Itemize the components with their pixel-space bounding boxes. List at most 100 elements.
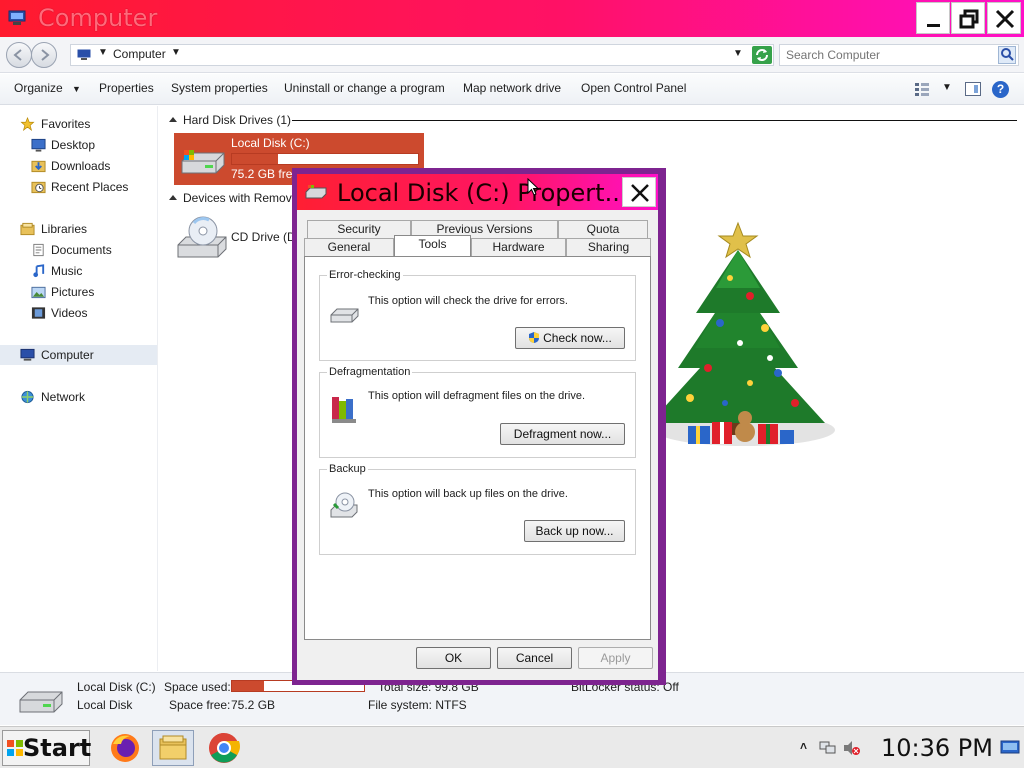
- tab-general[interactable]: General: [304, 238, 394, 256]
- shield-icon: [529, 332, 540, 343]
- taskbar-firefox[interactable]: [104, 730, 146, 766]
- forward-button[interactable]: [31, 42, 57, 68]
- window-title-bar[interactable]: Computer: [0, 0, 1024, 37]
- videos-icon: [31, 307, 46, 319]
- nav-item-libraries[interactable]: Libraries: [0, 219, 157, 239]
- open-control-panel-button[interactable]: Open Control Panel: [581, 81, 686, 95]
- map-network-drive-button[interactable]: Map network drive: [463, 81, 561, 95]
- ok-button[interactable]: OK: [416, 647, 491, 669]
- hard-drive-icon: [19, 691, 63, 713]
- preview-pane-icon[interactable]: [965, 82, 981, 96]
- star-icon: [20, 117, 35, 131]
- chevron-down-icon[interactable]: ▼: [171, 47, 181, 58]
- nav-item-downloads[interactable]: Downloads: [0, 156, 157, 176]
- space-used-fill: [232, 681, 265, 691]
- network-icon: [21, 390, 34, 404]
- nav-item-network[interactable]: Network: [0, 387, 157, 407]
- address-toolbar: ▼ Computer ▼ ▼: [0, 37, 1024, 73]
- nav-item-desktop[interactable]: Desktop: [0, 135, 157, 155]
- tools-tab-panel: Error-checking This option will check th…: [304, 256, 651, 640]
- computer-icon: [77, 49, 91, 60]
- drive-usage-bar: [231, 153, 419, 165]
- cd-drive-icon: [177, 216, 227, 258]
- dialog-title: Local Disk (C:) Propert...: [337, 179, 628, 207]
- show-hidden-icons[interactable]: ˄: [800, 739, 807, 753]
- computer-icon: [20, 348, 35, 361]
- search-icon[interactable]: [998, 46, 1016, 64]
- back-button[interactable]: [6, 42, 32, 68]
- group-description: This option will check the drive for err…: [368, 295, 568, 307]
- minimize-button[interactable]: [916, 2, 950, 34]
- close-button[interactable]: [987, 2, 1021, 34]
- view-dropdown-icon[interactable]: ▼: [942, 82, 952, 93]
- firefox-icon: [111, 734, 139, 762]
- defragmentation-group: Defragmentation This option will defragm…: [319, 366, 636, 458]
- nav-label: Documents: [51, 243, 112, 257]
- nav-item-recent-places[interactable]: Recent Places: [0, 177, 157, 197]
- network-status-icon[interactable]: [819, 740, 836, 756]
- address-field[interactable]: ▼ Computer ▼ ▼: [70, 44, 774, 66]
- computer-icon: [8, 10, 26, 25]
- nav-item-pictures[interactable]: Pictures: [0, 282, 157, 302]
- group-header-hard-disk-drives[interactable]: Hard Disk Drives (1): [169, 113, 291, 127]
- show-desktop-icon[interactable]: [1000, 740, 1020, 754]
- navigation-pane: Favorites Desktop Downloads Recent Place…: [0, 106, 158, 671]
- desktop-icon: [31, 138, 46, 152]
- start-button[interactable]: Start: [2, 730, 91, 766]
- window-title: Computer: [38, 4, 158, 32]
- nav-item-computer[interactable]: Computer: [0, 345, 157, 365]
- help-icon[interactable]: ?: [992, 81, 1009, 98]
- tab-tools[interactable]: Tools: [394, 235, 471, 256]
- check-now-button[interactable]: Check now...: [515, 327, 625, 349]
- properties-button[interactable]: Properties: [99, 81, 154, 95]
- group-divider: [292, 120, 1017, 121]
- close-icon: [631, 184, 649, 202]
- drive-name: Local Disk (C:): [231, 136, 310, 150]
- hard-drive-icon: [305, 185, 327, 199]
- nav-item-favorites[interactable]: Favorites: [0, 114, 157, 134]
- taskbar-clock[interactable]: 10:36 PM: [881, 734, 993, 762]
- nav-item-documents[interactable]: Documents: [0, 240, 157, 260]
- explorer-icon: [159, 735, 187, 760]
- apply-button[interactable]: Apply: [578, 647, 653, 669]
- nav-label: Computer: [41, 348, 94, 362]
- organize-menu[interactable]: Organize ▼: [14, 81, 81, 95]
- mouse-cursor-icon: [527, 178, 539, 196]
- defragment-now-button[interactable]: Defragment now...: [500, 423, 625, 445]
- volume-muted-icon[interactable]: [843, 740, 860, 756]
- refresh-button[interactable]: [752, 46, 772, 64]
- breadcrumb-arrow-icon[interactable]: ▼: [98, 47, 108, 58]
- dialog-title-bar[interactable]: Local Disk (C:) Propert...: [297, 174, 658, 210]
- error-checking-group: Error-checking This option will check th…: [319, 269, 636, 361]
- collapse-triangle-icon: [169, 195, 177, 200]
- pictures-icon: [31, 286, 46, 299]
- tab-quota[interactable]: Quota: [558, 220, 648, 238]
- details-drive-name: Local Disk (C:): [77, 680, 156, 694]
- group-legend: Error-checking: [327, 269, 403, 281]
- local-disk-properties-dialog[interactable]: Local Disk (C:) Propert... Security Prev…: [292, 168, 666, 685]
- taskbar-explorer[interactable]: [152, 730, 194, 766]
- maximize-button[interactable]: [951, 2, 985, 34]
- documents-icon: [33, 243, 44, 257]
- details-drive-type: Local Disk: [77, 698, 133, 712]
- tab-hardware[interactable]: Hardware: [471, 238, 566, 256]
- backup-icon: [330, 492, 358, 518]
- hard-drive-icon: [181, 150, 225, 174]
- group-legend: Backup: [327, 463, 368, 475]
- file-system: File system: NTFS: [368, 698, 467, 712]
- system-properties-button[interactable]: System properties: [171, 81, 268, 95]
- breadcrumb-computer[interactable]: Computer: [113, 47, 166, 61]
- history-dropdown-icon[interactable]: ▼: [733, 48, 743, 59]
- taskbar-chrome[interactable]: [203, 730, 245, 766]
- dialog-close-button[interactable]: [622, 177, 656, 207]
- uninstall-program-button[interactable]: Uninstall or change a program: [284, 81, 445, 95]
- nav-item-videos[interactable]: Videos: [0, 303, 157, 323]
- cancel-button[interactable]: Cancel: [497, 647, 572, 669]
- nav-item-music[interactable]: Music: [0, 261, 157, 281]
- view-options-icon[interactable]: [914, 82, 930, 96]
- windows-logo-icon: [7, 740, 23, 756]
- search-field[interactable]: [779, 44, 1019, 66]
- search-input[interactable]: [786, 47, 991, 63]
- back-up-now-button[interactable]: Back up now...: [524, 520, 625, 542]
- tab-sharing[interactable]: Sharing: [566, 238, 651, 256]
